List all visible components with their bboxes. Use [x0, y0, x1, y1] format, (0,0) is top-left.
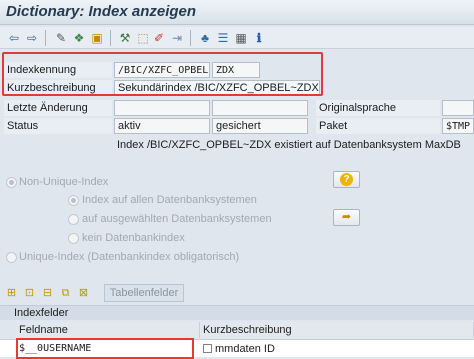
non-unique-radio[interactable]	[6, 177, 17, 188]
export-arrow-icon: ➦	[341, 211, 352, 223]
copy-row-icon[interactable]: ⧉	[58, 286, 73, 301]
row-checkbox[interactable]	[203, 344, 212, 353]
toolbar-separator	[110, 30, 111, 46]
check-icon[interactable]: ⬚	[135, 30, 151, 46]
window-title: Dictionary: Index anzeigen	[6, 3, 197, 20]
paste-row-icon[interactable]: ⊠	[76, 286, 91, 301]
non-unique-label: Non-Unique-Index	[19, 176, 109, 188]
stack-icon[interactable]: ☰	[215, 30, 231, 46]
select-all-icon[interactable]: ⊡	[22, 286, 37, 301]
kurzbeschreibung-column-header[interactable]: Kurzbeschreibung	[200, 322, 474, 338]
activate-icon[interactable]: ⚒	[117, 30, 133, 46]
paket-label: Paket	[316, 118, 440, 134]
back-arrow-icon[interactable]: ⇦	[6, 30, 22, 46]
originalsprache-field[interactable]	[442, 100, 474, 116]
db-info-text: Index /BIC/XZFC_OPBEL~ZDX existiert auf …	[117, 139, 461, 151]
letzte-aenderung-label: Letzte Änderung	[4, 100, 112, 116]
tabellenfelder-button[interactable]: Tabellenfelder	[104, 284, 184, 302]
indexfelder-title: Indexfelder	[0, 305, 474, 320]
assign-db-button[interactable]: ➦	[333, 209, 360, 226]
status-saved-field[interactable]: gesichert	[212, 118, 308, 134]
unique-label: Unique-Index (Datenbankindex obligatoris…	[19, 251, 240, 263]
originalsprache-label: Originalsprache	[316, 100, 440, 116]
hierarchy-icon[interactable]: ♣	[197, 30, 213, 46]
grid-icon[interactable]: ▦	[233, 30, 249, 46]
selected-db-label: auf ausgewählten Datenbanksystemen	[82, 213, 272, 225]
tools-icon[interactable]: ✎	[53, 30, 69, 46]
status-label: Status	[4, 118, 112, 134]
all-db-label: Index auf allen Datenbanksystemen	[82, 194, 257, 206]
title-bar: Dictionary: Index anzeigen	[0, 0, 474, 25]
kurzbeschreibung-cell: mmdaten ID	[215, 343, 275, 355]
no-db-radio[interactable]	[68, 233, 79, 244]
insert-row-icon[interactable]: ⊞	[4, 286, 19, 301]
status-field[interactable]: aktiv	[114, 118, 210, 134]
highlight-frame	[2, 52, 323, 96]
no-db-label: kein Datenbankindex	[82, 232, 185, 244]
toolbar-separator	[190, 30, 191, 46]
selected-db-radio[interactable]	[68, 214, 79, 225]
highlight-cell-frame	[16, 338, 194, 359]
unique-radio[interactable]	[6, 252, 17, 263]
application-toolbar: ⇦ ⇨ ✎ ❖ ▣ ⚒ ⬚ ✐ ⇥ ♣ ☰ ▦ ℹ	[0, 27, 474, 49]
delete-row-icon[interactable]: ⊟	[40, 286, 55, 301]
toolbar-separator	[45, 30, 46, 46]
letzte-aenderung-user-field[interactable]	[114, 100, 210, 116]
feldname-column-header[interactable]: Feldname	[16, 322, 200, 338]
object-list-icon[interactable]: ❖	[71, 30, 87, 46]
forward-arrow-icon[interactable]: ⇨	[24, 30, 40, 46]
all-db-radio[interactable]	[68, 195, 79, 206]
change-icon[interactable]: ▣	[89, 30, 105, 46]
paket-field[interactable]: $TMP	[442, 118, 474, 134]
pencil-icon[interactable]: ✐	[151, 30, 167, 46]
info-icon[interactable]: ℹ	[251, 30, 267, 46]
where-used-icon[interactable]: ⇥	[169, 30, 185, 46]
help-icon: ?	[340, 173, 353, 186]
help-button[interactable]: ?	[333, 171, 360, 188]
letzte-aenderung-date-field[interactable]	[212, 100, 308, 116]
